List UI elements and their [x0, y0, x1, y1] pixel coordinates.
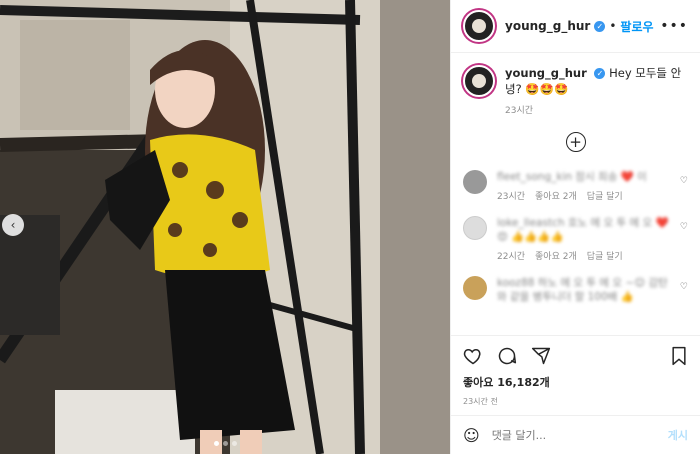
share-icon[interactable]	[531, 346, 551, 366]
comment-like-icon[interactable]: ♡	[680, 176, 688, 186]
avatar[interactable]	[463, 10, 495, 42]
comment-form: ☺ 게시	[451, 415, 700, 454]
comment-reply-button[interactable]: 답글 달기	[587, 189, 623, 202]
comment-avatar[interactable]	[463, 170, 487, 194]
comment-reply-button[interactable]: 답글 달기	[587, 249, 623, 262]
comments-section: young_g_hur ✓ Hey 모두들 안녕? 🤩🤩🤩 23시간 + fle…	[451, 53, 700, 335]
more-options-icon[interactable]: •••	[660, 18, 688, 34]
comment-avatar[interactable]	[463, 276, 487, 300]
post-header: young_g_hur ✓ • 팔로우 •••	[451, 0, 700, 53]
comment-like-icon[interactable]: ♡	[680, 222, 688, 232]
comment-input[interactable]	[489, 427, 668, 443]
emoji-icon[interactable]: ☺	[463, 426, 480, 445]
comment-time: 23시간	[497, 192, 526, 202]
like-heart-icon[interactable]	[463, 346, 483, 366]
header-username[interactable]: young_g_hur	[505, 19, 590, 33]
post-photo[interactable]: ‹	[0, 0, 450, 454]
likes-count[interactable]: 좋아요 16,182개	[463, 374, 688, 390]
comment-username[interactable]: kooz88	[497, 277, 534, 289]
comment-item: kooz88 하노 에 오 투 에 오 ~😊 감탄 와 같을 병투니더 할 10…	[463, 276, 688, 304]
load-more-comments-icon[interactable]: +	[565, 132, 586, 152]
caption-avatar[interactable]	[463, 65, 495, 97]
comment-like-icon[interactable]: ♡	[680, 282, 688, 292]
comment-likes[interactable]: 좋아요 2개	[535, 249, 577, 262]
comment-likes[interactable]: 좋아요 2개	[535, 189, 577, 202]
comment-text: 잠시 죄송 ❤️ 이	[575, 171, 647, 183]
carousel-dot	[222, 441, 228, 446]
comment-username[interactable]: loke_lleastch	[497, 217, 565, 229]
carousel-indicator	[0, 441, 450, 446]
comment-item: fleet_song_kin 잠시 죄송 ❤️ 이 23시간 좋아요 2개 답글…	[463, 170, 688, 202]
post-caption: young_g_hur ✓ Hey 모두들 안녕? 🤩🤩🤩 23시간	[463, 65, 688, 116]
carousel-dot	[231, 441, 237, 446]
bookmark-icon[interactable]	[670, 346, 688, 366]
photo-illustration	[0, 0, 450, 454]
caption-username[interactable]: young_g_hur	[505, 66, 587, 80]
instagram-post: ‹ young_g_hur ✓ • 팔로우 ••• young_g_hur ✓	[0, 0, 700, 454]
carousel-dot	[213, 441, 219, 446]
post-comment-button[interactable]: 게시	[668, 427, 688, 443]
comment-username[interactable]: fleet_song_kin	[497, 171, 572, 183]
post-actions: 좋아요 16,182개 23시간 전	[451, 335, 700, 415]
comment-item: loke_lleastch 호노 에 오 투 에 오 ❤️😍 👍👍👍👍 22시간…	[463, 216, 688, 262]
verified-icon: ✓	[594, 20, 606, 32]
post-side-panel: young_g_hur ✓ • 팔로우 ••• young_g_hur ✓ He…	[450, 0, 700, 454]
separator-dot: •	[609, 19, 617, 33]
carousel-prev-button[interactable]: ‹	[2, 214, 24, 236]
post-time-ago: 23시간 전	[463, 397, 498, 406]
comment-icon[interactable]	[497, 346, 517, 366]
follow-button[interactable]: 팔로우	[620, 18, 653, 35]
comment-avatar[interactable]	[463, 216, 487, 240]
caption-time: 23시간	[505, 106, 534, 116]
comment-time: 22시간	[497, 252, 526, 262]
verified-icon: ✓	[594, 68, 606, 79]
